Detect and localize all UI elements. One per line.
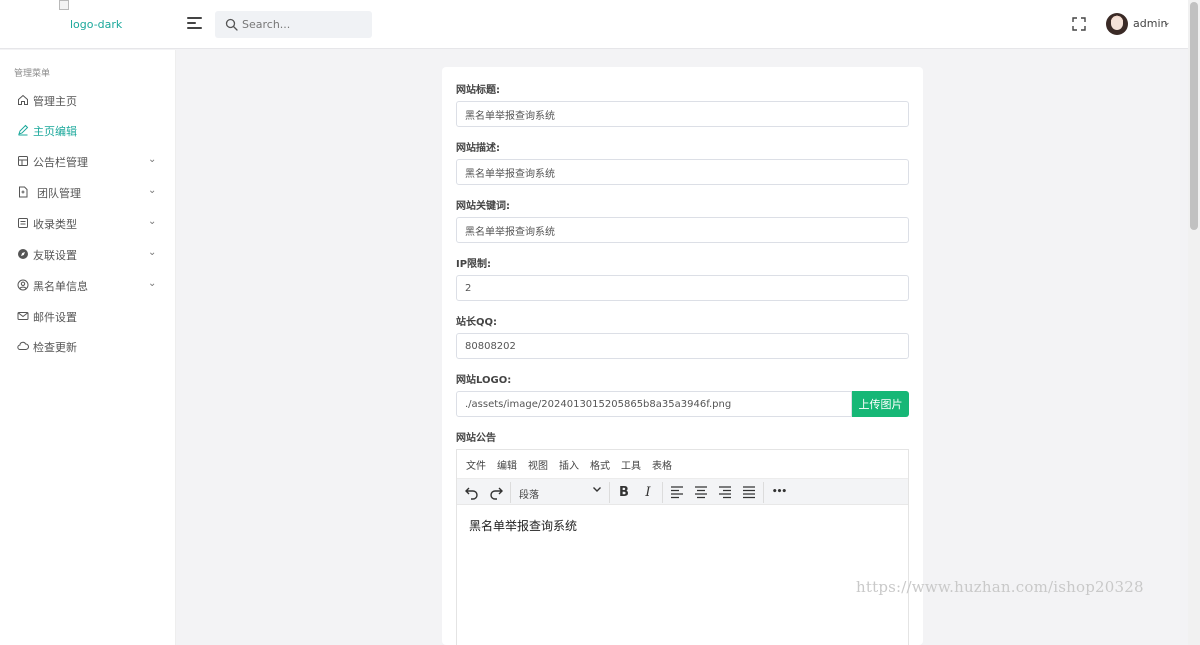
- upload-image-button[interactable]: 上传图片: [852, 391, 909, 417]
- search-icon: [225, 18, 238, 31]
- toolbar-divider: [510, 482, 511, 503]
- sidebar-title: 管理菜单: [14, 69, 51, 79]
- sidebar-item-label: 团队管理: [37, 187, 81, 200]
- sidebar: 管理菜单 管理主页 主页编辑 公告栏管理 ⌄ 团队管理 ⌄ 收录类型 ⌄ 友联设…: [0, 50, 176, 645]
- user-pin-icon: [17, 279, 29, 291]
- site-keywords-label: 网站关键词:: [456, 201, 510, 212]
- redo-icon[interactable]: [488, 484, 504, 500]
- list-icon: [18, 218, 28, 228]
- site-description-label: 网站描述:: [456, 143, 500, 154]
- more-options-icon[interactable]: •••: [771, 484, 787, 500]
- menu-file[interactable]: 文件: [466, 457, 486, 472]
- sidebar-item-dashboard[interactable]: 管理主页: [0, 86, 176, 116]
- sidebar-item-categories[interactable]: 收录类型 ⌄: [0, 209, 176, 239]
- fullscreen-icon[interactable]: [1072, 17, 1086, 31]
- toolbar-divider: [609, 482, 610, 503]
- site-description-input[interactable]: [456, 159, 909, 185]
- site-title-input[interactable]: [456, 101, 909, 127]
- search-box: [215, 11, 372, 38]
- home-icon: [18, 94, 28, 105]
- site-logo-input[interactable]: [456, 391, 852, 417]
- bold-button[interactable]: B: [616, 484, 632, 500]
- editor-menubar: 文件 编辑 视图 插入 格式 工具 表格: [457, 450, 908, 477]
- cloud-icon: [17, 341, 29, 350]
- ip-limit-input[interactable]: [456, 275, 909, 301]
- block-format-value: 段落: [519, 490, 539, 501]
- sidebar-item-label: 主页编辑: [33, 125, 77, 138]
- menu-insert[interactable]: 插入: [559, 457, 579, 472]
- block-format-select[interactable]: 段落: [515, 482, 605, 502]
- sidebar-item-home-edit[interactable]: 主页编辑: [0, 116, 176, 146]
- sidebar-item-blacklist[interactable]: 黑名单信息 ⌄: [0, 271, 176, 301]
- sidebar-item-label: 友联设置: [33, 249, 77, 262]
- italic-button[interactable]: I: [640, 484, 656, 500]
- search-input[interactable]: [242, 11, 367, 38]
- sidebar-item-check-update[interactable]: 检查更新: [0, 332, 176, 362]
- chevron-down-icon: ⌄: [148, 216, 157, 227]
- avatar[interactable]: [1106, 13, 1128, 35]
- sidebar-item-announcements[interactable]: 公告栏管理 ⌄: [0, 147, 176, 177]
- admin-qq-input[interactable]: [456, 333, 909, 359]
- edit-icon: [18, 124, 29, 136]
- menu-toggle-icon[interactable]: [187, 17, 202, 31]
- ip-limit-label: IP限制:: [456, 259, 492, 270]
- rich-text-editor: 文件 编辑 视图 插入 格式 工具 表格 段落 B I ••• 黑名单举报查询系…: [456, 449, 909, 645]
- toolbar-divider: [662, 482, 663, 503]
- sidebar-item-label: 公告栏管理: [33, 156, 88, 169]
- editor-content[interactable]: 黑名单举报查询系统: [469, 517, 577, 534]
- compass-icon: [18, 249, 28, 259]
- settings-form-card: 网站标题: 网站描述: 网站关键词: IP限制: 站长QQ: 网站LOGO: 上…: [442, 67, 923, 645]
- chevron-down-icon: [593, 487, 601, 492]
- chevron-down-icon: ⌄: [148, 278, 157, 289]
- undo-icon[interactable]: [464, 484, 480, 500]
- admin-qq-label: 站长QQ:: [456, 317, 498, 328]
- chevron-down-icon: ⌄: [148, 185, 157, 196]
- announcement-label: 网站公告: [456, 433, 496, 444]
- site-logo-label: 网站LOGO:: [456, 375, 512, 386]
- file-icon: [19, 186, 28, 198]
- logo-alt-text: logo-dark: [70, 18, 123, 31]
- toolbar-divider: [763, 482, 764, 503]
- sidebar-item-label: 收录类型: [33, 218, 77, 231]
- editor-toolbar: 段落 B I •••: [457, 478, 908, 505]
- menu-table[interactable]: 表格: [652, 457, 672, 472]
- top-header: logo-dark admin ⌄: [0, 0, 1188, 49]
- sidebar-item-mail-settings[interactable]: 邮件设置: [0, 302, 176, 332]
- menu-tools[interactable]: 工具: [621, 457, 641, 472]
- scrollbar-thumb[interactable]: [1190, 2, 1198, 230]
- chevron-down-icon: ⌄: [148, 154, 157, 165]
- sidebar-item-label: 黑名单信息: [33, 280, 88, 293]
- watermark-text: https://www.huzhan.com/ishop20328: [856, 578, 1144, 596]
- sidebar-item-label: 邮件设置: [33, 311, 77, 324]
- site-keywords-input[interactable]: [456, 217, 909, 243]
- menu-view[interactable]: 视图: [528, 457, 548, 472]
- layout-icon: [18, 156, 28, 166]
- broken-image-icon: [59, 0, 69, 10]
- chevron-down-icon[interactable]: ⌄: [1163, 18, 1171, 28]
- page-scrollbar[interactable]: [1188, 0, 1200, 645]
- align-center-icon[interactable]: [693, 484, 709, 500]
- logo[interactable]: logo-dark: [59, 0, 169, 40]
- align-justify-icon[interactable]: [741, 484, 757, 500]
- align-right-icon[interactable]: [717, 484, 733, 500]
- sidebar-item-label: 管理主页: [33, 95, 77, 108]
- menu-format[interactable]: 格式: [590, 457, 610, 472]
- sidebar-item-team[interactable]: 团队管理 ⌄: [0, 178, 176, 208]
- chevron-down-icon: ⌄: [148, 247, 157, 258]
- mail-icon: [17, 312, 29, 320]
- menu-edit[interactable]: 编辑: [497, 457, 517, 472]
- site-title-label: 网站标题:: [456, 85, 500, 96]
- sidebar-item-friend-links[interactable]: 友联设置 ⌄: [0, 240, 176, 270]
- align-left-icon[interactable]: [669, 484, 685, 500]
- sidebar-item-label: 检查更新: [33, 341, 77, 354]
